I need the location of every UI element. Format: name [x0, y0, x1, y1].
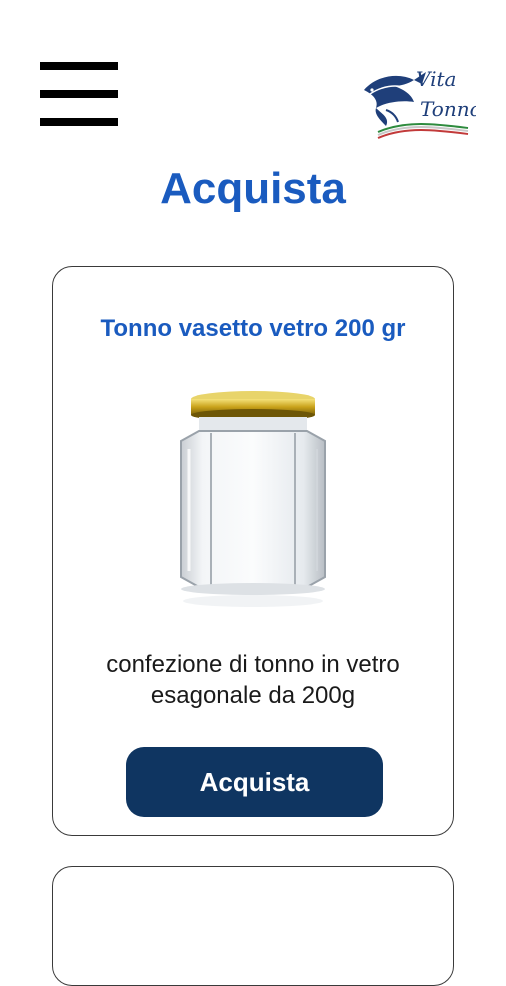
glass-jar-image [180, 391, 326, 607]
logo-text-vita: Vita [416, 67, 456, 91]
hamburger-menu-button[interactable] [40, 60, 120, 130]
buy-button[interactable]: Acquista [126, 747, 383, 817]
logo-text-tonno: Tonno [420, 97, 476, 121]
menu-bar [40, 118, 118, 126]
menu-bar [40, 90, 118, 98]
product-card [52, 866, 454, 986]
product-description-line: esagonale da 200g [150, 682, 356, 709]
product-description-line: confezione di tonno in vetro [106, 651, 400, 678]
app-header: Vita Tonno [0, 0, 506, 150]
menu-bar [40, 62, 118, 70]
product-title: Tonno vasetto vetro 200 gr [100, 315, 406, 342]
page-title: Acquista [160, 164, 346, 213]
vita-tonno-logo[interactable]: Vita Tonno [356, 50, 476, 140]
product-description: confezione di tonno in vetro esagonale d… [63, 649, 443, 711]
product-card: Tonno vasetto vetro 200 gr confezione di… [52, 266, 454, 836]
